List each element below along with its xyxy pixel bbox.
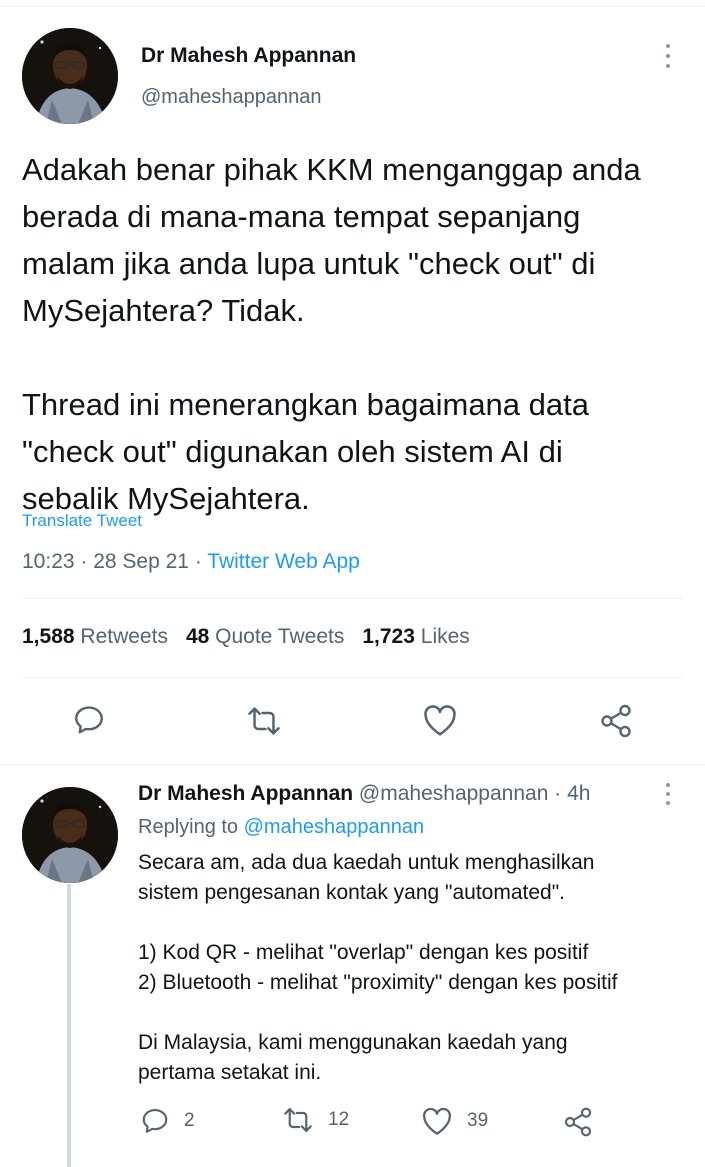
replying-to-handle[interactable]: @maheshappannan [244, 816, 424, 838]
reply-text: Secara am, ada dua kaedah untuk menghasi… [138, 851, 618, 1084]
retweet-count: 12 [328, 1109, 350, 1130]
reply-more-options-icon[interactable] [663, 783, 673, 805]
author-name[interactable]: Dr Mahesh Appannan [141, 44, 356, 68]
share-icon[interactable] [598, 703, 634, 739]
meta-separator: · [189, 550, 208, 573]
quotes-count: 48 [185, 625, 210, 648]
replying-to: Replying to @maheshappannan [138, 816, 424, 839]
reply-share-button[interactable] [562, 1106, 594, 1138]
translate-tweet-link[interactable]: Translate Tweet [22, 511, 142, 531]
likes-stat[interactable]: 1,723 Likes [362, 625, 469, 648]
reply-header: Dr Mahesh Appannan @maheshappannan · 4h [138, 782, 590, 806]
retweets-count: 1,588 [22, 625, 75, 648]
reply-reply-button[interactable]: 2 [140, 1106, 195, 1136]
author-handle[interactable]: @maheshappannan [141, 86, 321, 109]
more-options-icon[interactable] [663, 44, 673, 68]
divider [0, 764, 705, 765]
reply-time[interactable]: 4h [567, 782, 590, 805]
retweet-icon [284, 1108, 312, 1132]
thread-line [67, 884, 71, 1167]
reply-author-avatar[interactable] [22, 787, 118, 883]
reply-icon [142, 1108, 168, 1133]
tweet-text: Adakah benar pihak KKM menganggap anda b… [22, 152, 641, 516]
likes-count: 1,723 [362, 625, 415, 648]
reply-separator: · [548, 782, 568, 805]
tweet-meta: 10:23 · 28 Sep 21 · Twitter Web App [22, 550, 360, 574]
replying-label: Replying to [138, 816, 239, 838]
reply-icon[interactable] [72, 703, 106, 737]
like-count: 39 [467, 1110, 489, 1131]
meta-separator: · [74, 550, 94, 573]
source-app-link[interactable]: Twitter Web App [207, 550, 360, 573]
tweet-date[interactable]: 28 Sep 21 [93, 550, 189, 573]
tweet-stats: 1,588 Retweets 48 Quote Tweets 1,723 Likes [22, 625, 470, 649]
reply-author-name[interactable]: Dr Mahesh Appannan [138, 782, 353, 805]
author-avatar[interactable] [22, 28, 118, 124]
top-divider [0, 6, 705, 7]
divider [22, 598, 683, 599]
share-icon [564, 1107, 592, 1137]
retweets-label: Retweets [80, 625, 168, 648]
retweets-stat[interactable]: 1,588 Retweets [22, 625, 168, 648]
likes-label: Likes [420, 625, 470, 648]
reply-count: 2 [184, 1110, 195, 1131]
like-icon [422, 1107, 452, 1135]
reply-author-handle[interactable]: @maheshappannan [359, 782, 548, 805]
divider [22, 677, 683, 678]
tweet-time[interactable]: 10:23 [22, 550, 75, 573]
quote-tweets-stat[interactable]: 48 Quote Tweets [186, 625, 344, 648]
quotes-label: Quote Tweets [215, 625, 345, 648]
like-icon[interactable] [422, 703, 458, 737]
retweet-icon[interactable] [246, 705, 282, 737]
reply-retweet-button[interactable]: 12 [282, 1106, 349, 1134]
reply-like-button[interactable]: 39 [421, 1106, 488, 1136]
